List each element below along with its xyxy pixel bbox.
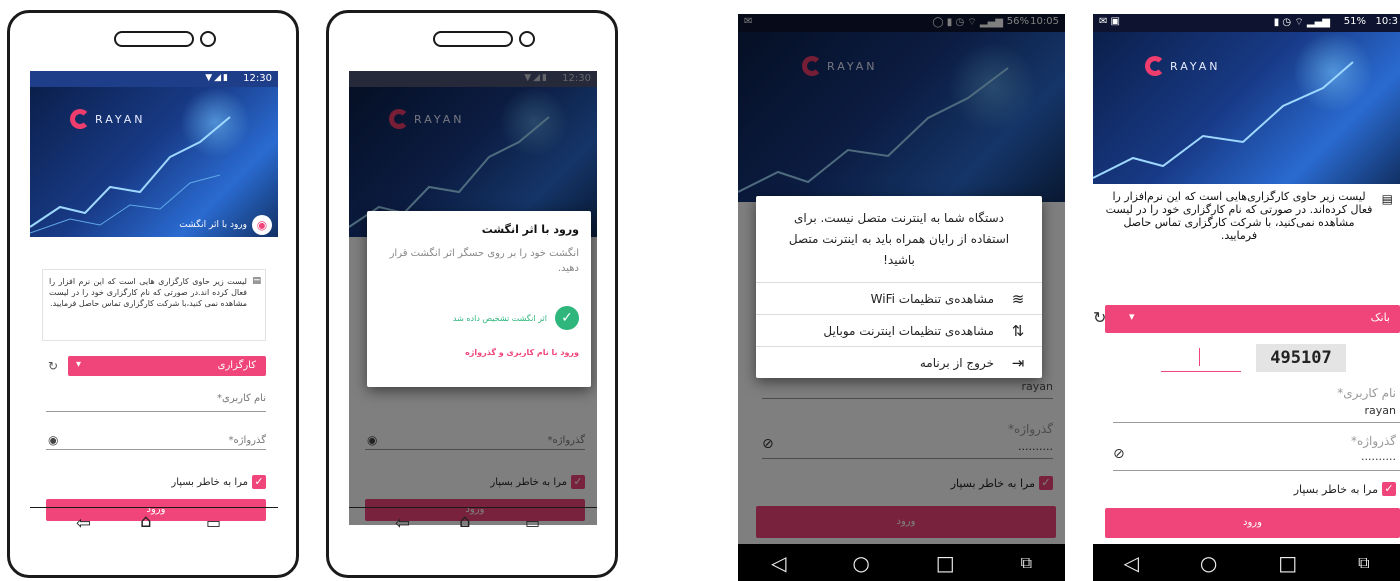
login-button[interactable]: ورود	[1105, 508, 1400, 538]
growth-chart-graphic	[1093, 61, 1354, 179]
screenshot-4: ✉ ▣ ▮ ◷ ⌔ ▂▄▆ 51% 10:3 RAYAN ▤ لیست زیر …	[1093, 14, 1400, 581]
check-circle-icon: ✓	[555, 306, 579, 330]
broker-select[interactable]: کارگزاری ▾	[68, 356, 266, 376]
chevron-down-icon: ▾	[1129, 310, 1135, 323]
screen: ▼◢▮ 12:30 RAYAN ◉ ورود با اثر انگشت ▤ لی…	[30, 71, 278, 525]
status-time: 12:30	[243, 73, 272, 84]
screen: ▼◢▮ 12:30 RAYAN گذرواژه* ◉ ✓ مرا به خاطر…	[349, 71, 597, 525]
mail-icon: ✉ ▣	[1099, 16, 1121, 27]
back-icon[interactable]: ◁	[1123, 551, 1138, 575]
checkbox-checked-icon: ✓	[252, 475, 266, 489]
nav-divider	[30, 507, 278, 508]
eye-off-icon[interactable]: ⊘	[1113, 446, 1125, 462]
status-time: 10:3	[1375, 16, 1398, 27]
back-icon[interactable]: ◁	[771, 551, 786, 575]
eye-icon[interactable]: ◉	[48, 433, 58, 447]
captcha-image: 495107	[1256, 344, 1346, 372]
back-icon[interactable]: ⇦	[76, 513, 91, 534]
menu-wifi-settings[interactable]: ≋ مشاهده‌ی تنظیمات WiFi	[756, 282, 1042, 314]
menu-mobile-data-settings[interactable]: ⇅ مشاهده‌ی تنظیمات اینترنت موبایل	[756, 314, 1042, 346]
username-label: نام کاربری*	[1337, 386, 1396, 400]
username-value: rayan	[1364, 404, 1397, 417]
home-icon[interactable]: ⌂	[140, 511, 151, 532]
rayan-logo: RAYAN	[1145, 56, 1221, 76]
fingerprint-success: ✓ اثر انگشت تشخیص داده شد	[379, 306, 579, 330]
chevron-down-icon: ▾	[76, 359, 82, 370]
password-label: گذرواژه*	[228, 435, 266, 446]
password-field[interactable]	[46, 449, 266, 450]
dialog-message: دستگاه شما به اینترنت متصل نیست. برای اس…	[788, 211, 1010, 267]
navigation-bar: ◁ ○ □ ⧉	[738, 544, 1065, 581]
message-icon: ▤	[252, 276, 261, 286]
dialog-body: انگشت خود را بر روی حسگر اثر انگشت قرار …	[389, 248, 579, 274]
speaker-slot	[433, 31, 513, 47]
username-label: نام کاربری*	[217, 393, 266, 404]
home-icon[interactable]: ⌂	[459, 511, 470, 532]
home-icon[interactable]: ○	[852, 551, 869, 575]
message-icon: ▤	[1381, 192, 1393, 206]
password-field[interactable]	[1113, 470, 1400, 471]
password-label: گذرواژه*	[1350, 434, 1396, 448]
wifi-icon: ≋	[1011, 289, 1025, 308]
phone-mockup-1: ▼◢▮ 12:30 RAYAN ◉ ورود با اثر انگشت ▤ لی…	[7, 10, 299, 578]
checkbox-checked-icon: ✓	[1382, 482, 1396, 496]
camera-icon	[519, 31, 535, 47]
rayan-logo: RAYAN	[70, 109, 146, 129]
remember-me[interactable]: ✓ مرا به خاطر بسپار	[171, 475, 266, 489]
mobile-data-icon: ⇅	[1011, 321, 1025, 340]
hero-banner: RAYAN ◉ ورود با اثر انگشت	[30, 87, 278, 237]
use-password-link[interactable]: ورود با نام کاربری و گذرواژه	[379, 348, 579, 357]
back-icon[interactable]: ⇦	[395, 513, 410, 534]
status-bar: ▼◢▮ 12:30	[30, 71, 278, 87]
status-bar: ✉ ▣ ▮ ◷ ⌔ ▂▄▆ 51% 10:3	[1093, 14, 1400, 32]
recents-icon[interactable]: ▭	[525, 513, 540, 532]
hero-banner: RAYAN	[1093, 32, 1400, 184]
dialog-title: ورود با اثر انگشت	[481, 223, 579, 236]
speaker-slot	[114, 31, 194, 47]
screenshot-icon[interactable]: ⧉	[1021, 553, 1032, 573]
recents-icon[interactable]: ▭	[206, 513, 221, 532]
remember-me[interactable]: ✓ مرا به خاطر بسپار	[1294, 482, 1396, 496]
camera-icon	[200, 31, 216, 47]
refresh-icon[interactable]: ↻	[48, 359, 58, 373]
status-icons: ▮ ◷ ⌔ ▂▄▆	[1273, 17, 1330, 28]
captcha-input[interactable]	[1161, 344, 1241, 372]
fingerprint-login-badge[interactable]: ◉ ورود با اثر انگشت	[179, 215, 272, 235]
screenshot-icon[interactable]: ⧉	[1358, 553, 1369, 573]
recents-icon[interactable]: □	[936, 551, 955, 575]
info-card: ▤ لیست زیر حاوی کارگزاری هایی است که این…	[42, 269, 266, 341]
nav-divider	[349, 507, 597, 508]
fingerprint-icon: ◉	[252, 215, 272, 235]
screenshot-3: ✉ ◯ ▮ ◷ ⌔ ▂▄▆ 56% 10:05 RAYAN rayan گذرو…	[738, 14, 1065, 581]
username-field[interactable]	[1113, 422, 1400, 423]
fingerprint-dialog: ورود با اثر انگشت انگشت خود را بر روی حس…	[367, 211, 591, 387]
battery-level: 51%	[1343, 16, 1366, 27]
no-internet-dialog: دستگاه شما به اینترنت متصل نیست. برای اس…	[756, 196, 1042, 378]
username-field[interactable]	[46, 411, 266, 412]
broker-select[interactable]: بانک ▾	[1105, 305, 1400, 333]
text-cursor	[1199, 348, 1200, 366]
exit-icon: ⇥	[1011, 353, 1025, 372]
phone-mockup-2: ▼◢▮ 12:30 RAYAN گذرواژه* ◉ ✓ مرا به خاطر…	[326, 10, 618, 578]
home-icon[interactable]: ○	[1200, 551, 1217, 575]
info-card: ▤ لیست زیر حاوی کارگزاری‌هایی است که این…	[1105, 190, 1393, 242]
signal-icon: ▼◢▮	[205, 73, 230, 83]
password-value: ..........	[1361, 450, 1396, 463]
menu-exit-app[interactable]: ⇥ خروج از برنامه	[756, 346, 1042, 378]
navigation-bar: ◁ ○ □ ⧉	[1093, 544, 1400, 581]
recents-icon[interactable]: □	[1278, 551, 1297, 575]
